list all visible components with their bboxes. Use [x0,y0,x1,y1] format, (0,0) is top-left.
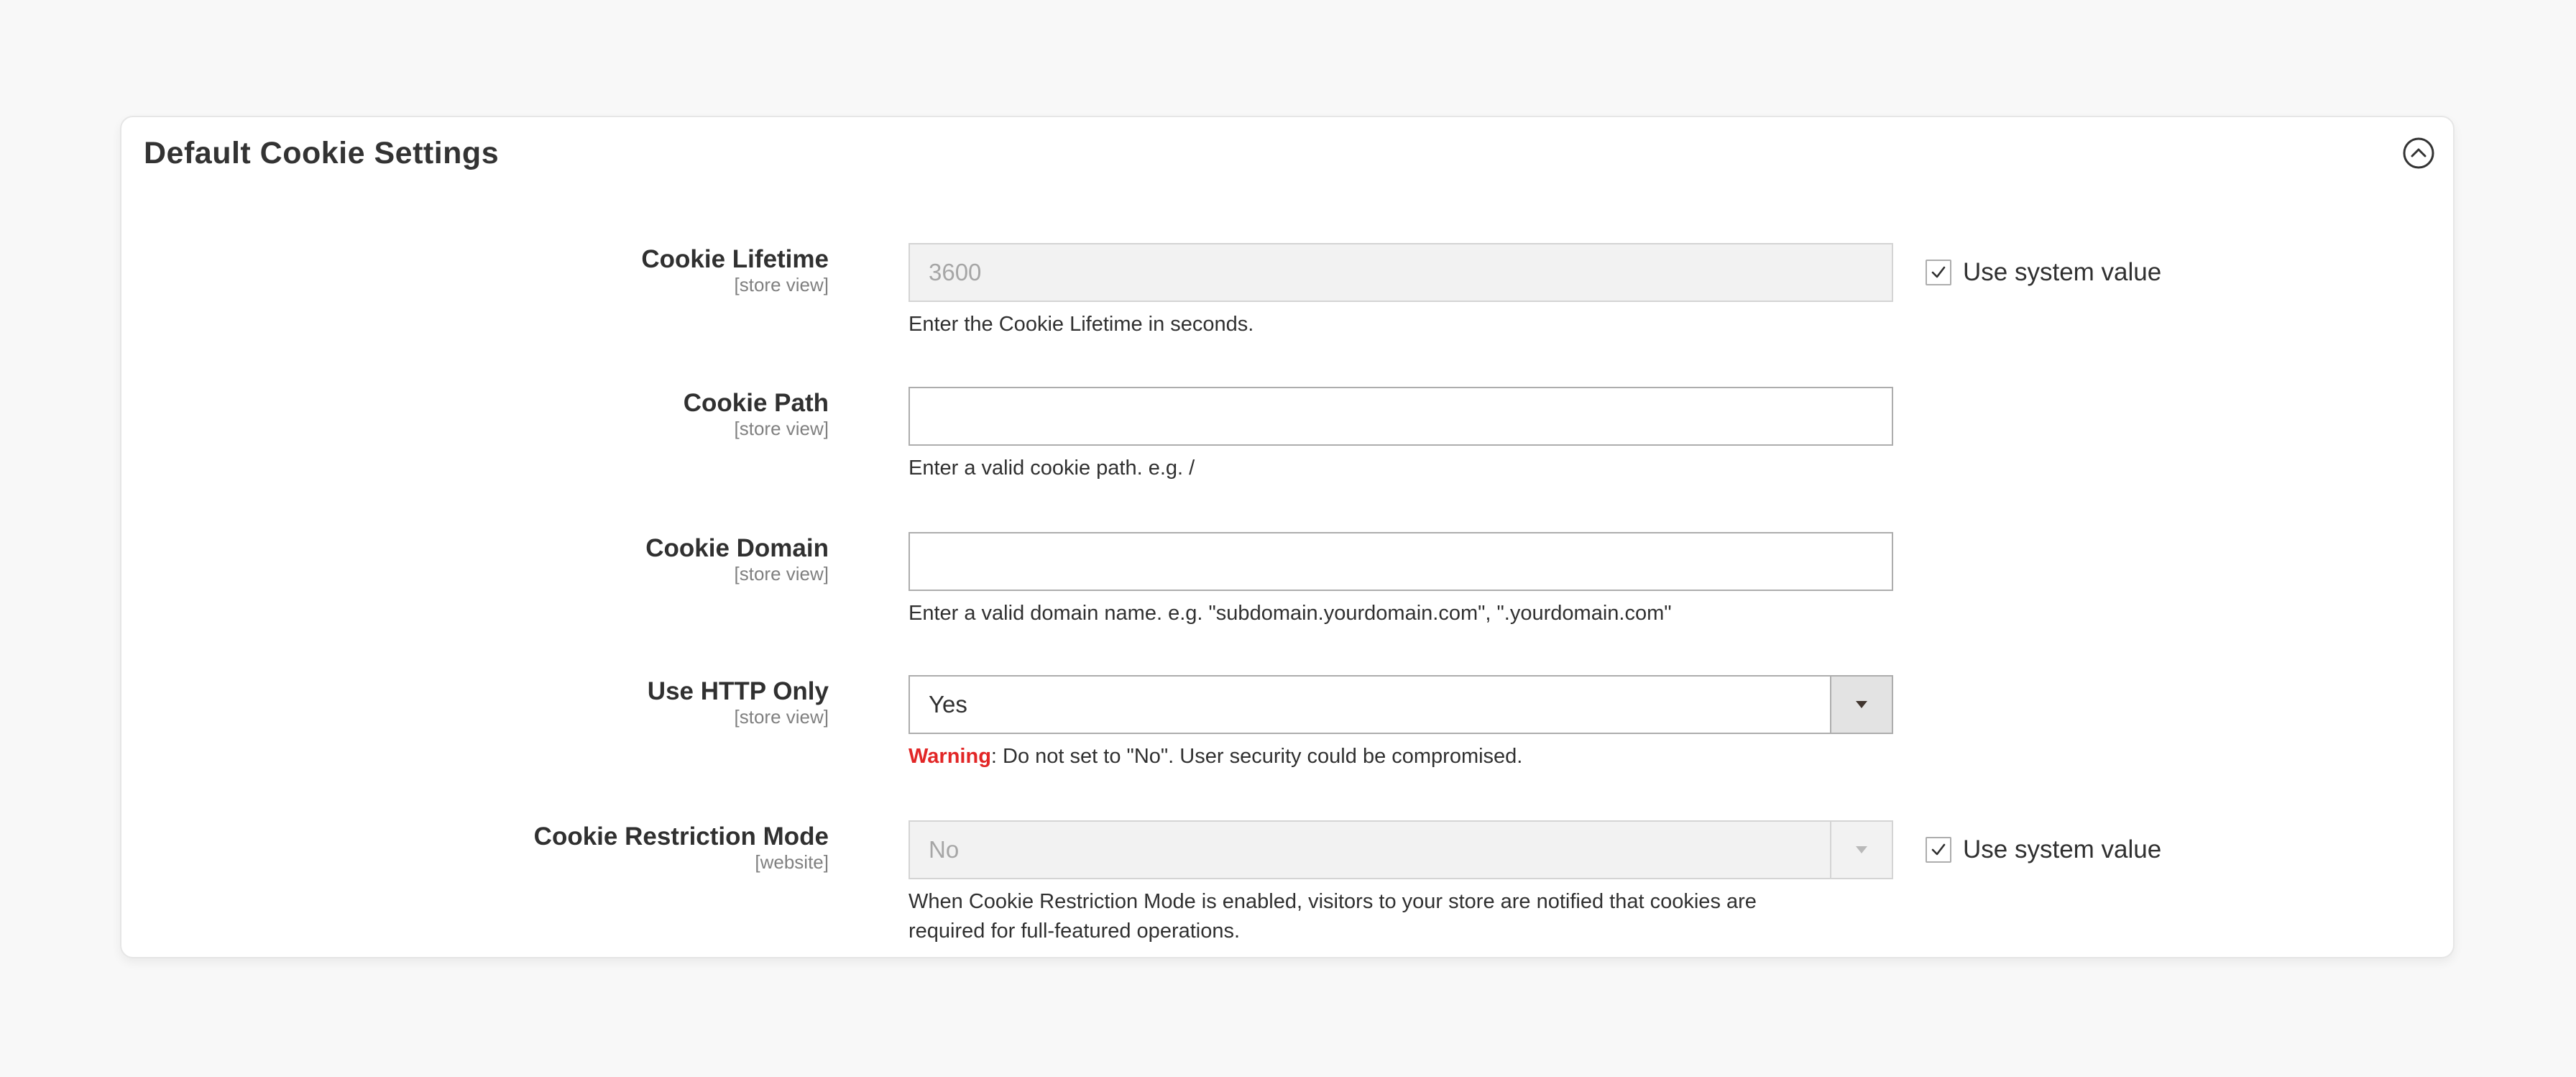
cookie-domain-note: Enter a valid domain name. e.g. "subdoma… [908,602,1672,625]
cookie-path-scope: [store view] [734,418,829,439]
warning-text: : Do not set to "No". User security coul… [990,745,1523,768]
cookie-lifetime-label: Cookie Lifetime [641,245,829,273]
cookie-lifetime-label-group: Cookie Lifetime [store view] [641,245,829,295]
cookie-restriction-mode-note-line-1: When Cookie Restriction Mode is enabled,… [908,890,1757,913]
use-http-only-note: Warning: Do not set to "No". User securi… [908,742,1915,771]
cookie-restriction-mode-note-line-2: required for full-featured operations. [908,920,1241,943]
cookie-restriction-mode-select[interactable]: No [908,820,1893,879]
caret-down-icon [1856,701,1867,708]
use-system-value-label: Use system value [1963,258,2162,286]
panel-title[interactable]: Default Cookie Settings [144,132,499,175]
circle-chevron-up-icon[interactable] [2401,136,2436,170]
cookie-restriction-mode-selected-value: No [929,836,960,863]
cookie-restriction-mode-label: Cookie Restriction Mode [533,822,829,851]
default-cookie-settings-panel: Default Cookie Settings Cookie Lifetime … [120,116,2455,958]
cookie-path-label-group: Cookie Path [store view] [684,389,829,439]
warning-label: Warning [908,745,991,768]
checkmark-icon [1931,843,1946,856]
cookie-path-note: Enter a valid cookie path. e.g. / [908,457,1195,480]
use-system-value-label: Use system value [1963,835,2162,863]
cookie-restriction-mode-dropdown-button[interactable] [1830,822,1892,878]
cookie-domain-scope: [store view] [734,563,829,585]
cookie-path-input[interactable] [908,387,1893,446]
caret-down-icon [1856,846,1867,853]
cookie-lifetime-scope: [store view] [734,274,829,295]
cookie-restriction-mode-scope: [website] [755,851,829,873]
cookie-domain-input[interactable] [908,532,1893,591]
use-http-only-selected-value: Yes [929,691,967,718]
cookie-domain-label: Cookie Domain [645,534,829,562]
cookie-path-label: Cookie Path [683,389,829,417]
cookie-restriction-mode-note: When Cookie Restriction Mode is enabled,… [908,887,1915,946]
checkmark-icon [1931,266,1946,278]
use-http-only-scope: [store view] [734,706,829,728]
cookie-restriction-mode-label-group: Cookie Restriction Mode [website] [534,822,829,873]
cookie-lifetime-note: Enter the Cookie Lifetime in seconds. [908,313,1254,336]
use-http-only-dropdown-button[interactable] [1830,677,1892,733]
use-system-value-checkbox[interactable] [1926,260,1951,285]
cookie-domain-label-group: Cookie Domain [store view] [645,534,829,585]
use-http-only-label: Use HTTP Only [647,677,829,705]
cookie-lifetime-input[interactable] [908,243,1893,302]
use-http-only-label-group: Use HTTP Only [store view] [648,677,829,728]
use-http-only-select[interactable]: Yes [908,675,1893,734]
use-system-value-checkbox[interactable] [1926,837,1951,863]
